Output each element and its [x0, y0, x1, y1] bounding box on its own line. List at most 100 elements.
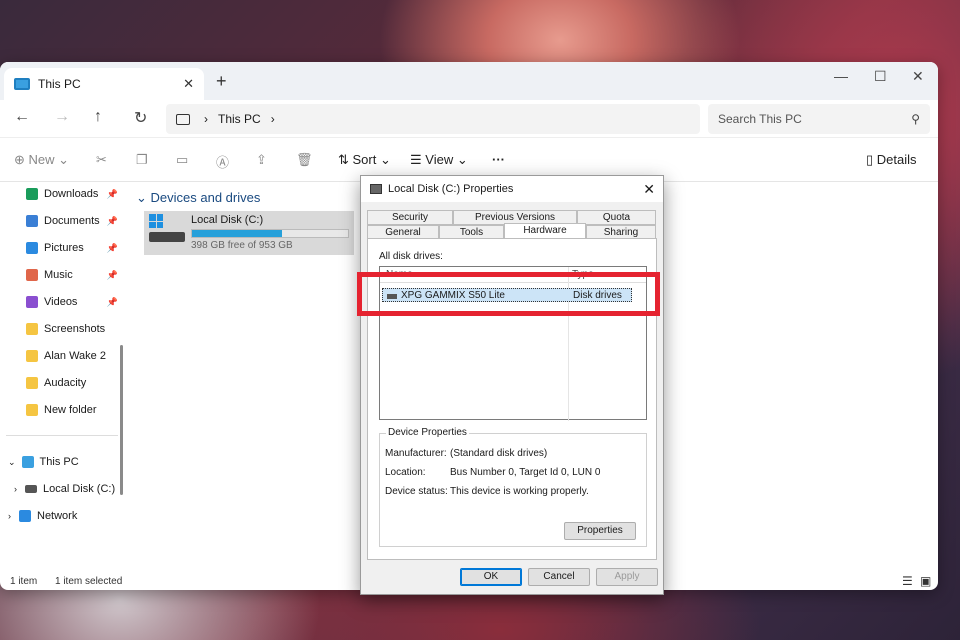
close-tab-icon[interactable]: ✕ [183, 76, 194, 92]
delete-icon[interactable]: 🗑 [296, 152, 313, 168]
drive-icon [25, 485, 37, 493]
search-placeholder: Search This PC [718, 112, 802, 126]
sidebar-item-label: Videos [44, 296, 78, 308]
network-icon [19, 510, 31, 522]
sidebar-item-videos[interactable]: Videos 📌 [26, 296, 118, 308]
tab-bar: This PC ✕ + — ☐ ✕ [0, 62, 938, 100]
sidebar-item-pictures[interactable]: Pictures 📌 [26, 242, 118, 254]
dialog-title: Local Disk (C:) Properties [388, 183, 514, 195]
sidebar-item-alan-wake-2[interactable]: Alan Wake 2 [26, 350, 118, 362]
details-label: Details [876, 152, 917, 167]
location-value: Bus Number 0, Target Id 0, LUN 0 [450, 467, 601, 478]
drive-name: Local Disk (C:) [191, 214, 264, 226]
folder-icon [26, 350, 38, 362]
minimize-icon[interactable]: — [834, 68, 848, 84]
monitor-icon [176, 113, 190, 125]
sidebar-item-label: New folder [44, 404, 97, 416]
forward-icon[interactable]: → [54, 108, 70, 126]
device-properties-group: Device Properties Manufacturer: (Standar… [379, 427, 647, 547]
device-status-label: Device status: [385, 486, 448, 497]
pictures-icon [26, 242, 38, 254]
music-icon [26, 269, 38, 281]
device-properties-legend: Device Properties [386, 427, 469, 438]
download-icon [26, 188, 38, 200]
hard-drive-icon [149, 232, 185, 242]
more-options-icon[interactable]: ··· [492, 152, 505, 167]
details-view-icon[interactable]: ☰ [902, 574, 913, 588]
chevron-down-icon[interactable]: ⌄ [136, 190, 147, 205]
pin-icon: 📌 [106, 188, 118, 199]
share-icon[interactable]: ⇪ [256, 152, 267, 168]
sidebar-item-new-folder[interactable]: New folder [26, 404, 118, 416]
sidebar-item-this-pc[interactable]: ⌄ This PC [8, 456, 118, 468]
apply-button[interactable]: Apply [596, 568, 658, 586]
cut-icon[interactable]: ✂ [96, 152, 107, 168]
pin-icon: 📌 [106, 215, 118, 226]
sidebar-item-label: Audacity [44, 377, 87, 389]
new-tab-icon[interactable]: + [216, 71, 227, 92]
tab-this-pc[interactable]: This PC ✕ [4, 68, 204, 100]
sidebar-item-local-disk[interactable]: › Local Disk (C:) [14, 483, 124, 495]
sidebar-item-label: Documents [44, 215, 100, 227]
chevron-right-icon: › [204, 112, 208, 126]
pin-icon: 📌 [106, 242, 118, 253]
sidebar-item-label: Local Disk (C:) [43, 483, 116, 495]
sidebar-scrollbar[interactable] [120, 345, 123, 495]
tiles-view-icon[interactable]: ▣ [920, 574, 931, 588]
xda-watermark-logo: ⧉XDA [808, 549, 880, 574]
sidebar-item-screenshots[interactable]: Screenshots [26, 323, 118, 335]
sidebar-item-label: This PC [39, 456, 79, 468]
close-dialog-icon[interactable]: ✕ [643, 181, 655, 198]
back-icon[interactable]: ← [14, 108, 30, 126]
tab-security[interactable]: Security [367, 210, 453, 225]
device-status-value: This device is working properly. [450, 486, 589, 497]
ok-button[interactable]: OK [460, 568, 522, 586]
sidebar-item-label: Screenshots [44, 323, 106, 335]
folder-icon [26, 377, 38, 389]
sort-label: Sort [352, 152, 377, 167]
sidebar-item-label: Alan Wake 2 [44, 350, 106, 362]
breadcrumb[interactable]: This PC [218, 112, 261, 126]
drive-free-text: 398 GB free of 953 GB [191, 240, 293, 251]
new-label: New [28, 152, 55, 167]
close-window-icon[interactable]: ✕ [912, 68, 924, 85]
videos-icon [26, 296, 38, 308]
paste-icon[interactable]: ▭ [176, 152, 188, 168]
sidebar-item-audacity[interactable]: Audacity [26, 377, 118, 389]
group-header[interactable]: ⌄ Devices and drives [136, 190, 260, 206]
pin-icon: 📌 [106, 296, 118, 307]
sidebar-item-network[interactable]: › Network [8, 510, 118, 522]
sidebar-item-label: Music [44, 269, 73, 281]
address-bar-row: ← → ↑ ↻ › This PC › Search This PC ⚲ [0, 100, 938, 138]
new-button[interactable]: ⊕ New ⌄ [14, 152, 69, 168]
sidebar-item-downloads[interactable]: Downloads 📌 [26, 188, 118, 200]
maximize-icon[interactable]: ☐ [874, 68, 887, 85]
up-icon[interactable]: ↑ [94, 108, 102, 126]
tab-quota[interactable]: Quota [577, 210, 656, 225]
sidebar-item-documents[interactable]: Documents 📌 [26, 215, 118, 227]
chevron-down-icon[interactable]: ⌄ [8, 457, 16, 468]
properties-button[interactable]: Properties [564, 522, 636, 540]
pin-icon: 📌 [106, 269, 118, 280]
cancel-button[interactable]: Cancel [528, 568, 590, 586]
status-selection: 1 item selected [55, 576, 123, 587]
manufacturer-value: (Standard disk drives) [450, 448, 548, 459]
sidebar-item-music[interactable]: Music 📌 [26, 269, 118, 281]
refresh-icon[interactable]: ↻ [134, 108, 147, 128]
all-disk-drives-label: All disk drives: [379, 251, 443, 262]
drive-usage-fill [192, 230, 283, 237]
drive-tile[interactable]: Local Disk (C:) 398 GB free of 953 GB [144, 211, 354, 255]
view-button[interactable]: ☰ View ⌄ [410, 152, 468, 168]
copy-icon[interactable]: ❐ [136, 152, 148, 168]
chevron-right-icon[interactable]: › [8, 511, 11, 521]
computer-icon [14, 78, 30, 90]
chevron-right-icon[interactable]: › [271, 112, 275, 126]
rename-icon[interactable]: Ⓐ [216, 152, 229, 171]
sidebar-item-label: Network [37, 510, 78, 522]
details-button[interactable]: ▯ Details [866, 152, 917, 168]
search-input[interactable]: Search This PC ⚲ [708, 104, 930, 134]
address-box[interactable]: › This PC › [166, 104, 700, 134]
chevron-right-icon[interactable]: › [14, 484, 17, 494]
view-label: View [425, 152, 454, 167]
sort-button[interactable]: ⇅ Sort ⌄ [338, 152, 391, 168]
